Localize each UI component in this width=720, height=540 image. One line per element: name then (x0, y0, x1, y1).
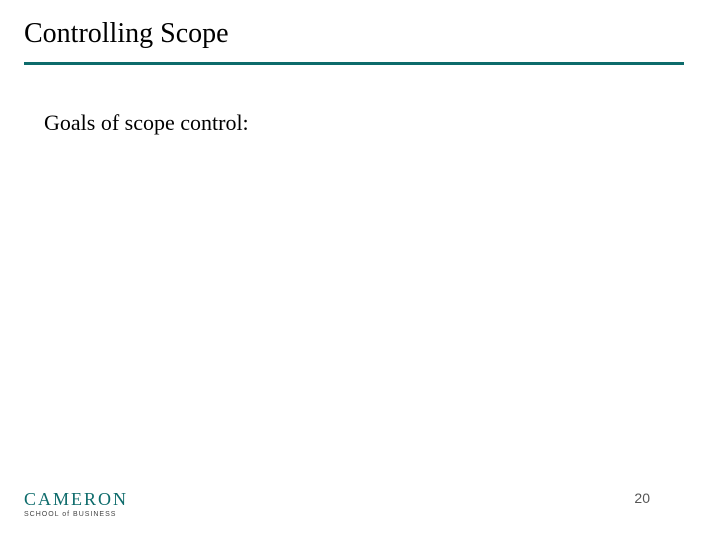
slide: Controlling Scope Goals of scope control… (0, 0, 720, 540)
slide-title: Controlling Scope (24, 18, 229, 50)
logo-main-text: CAMERON (24, 489, 128, 510)
title-underline (24, 62, 684, 65)
page-number: 20 (634, 490, 650, 506)
body-text: Goals of scope control: (44, 110, 249, 136)
logo-sub-text: SCHOOL of BUSINESS (24, 511, 128, 518)
footer-logo: CAMERON SCHOOL of BUSINESS (24, 489, 128, 518)
